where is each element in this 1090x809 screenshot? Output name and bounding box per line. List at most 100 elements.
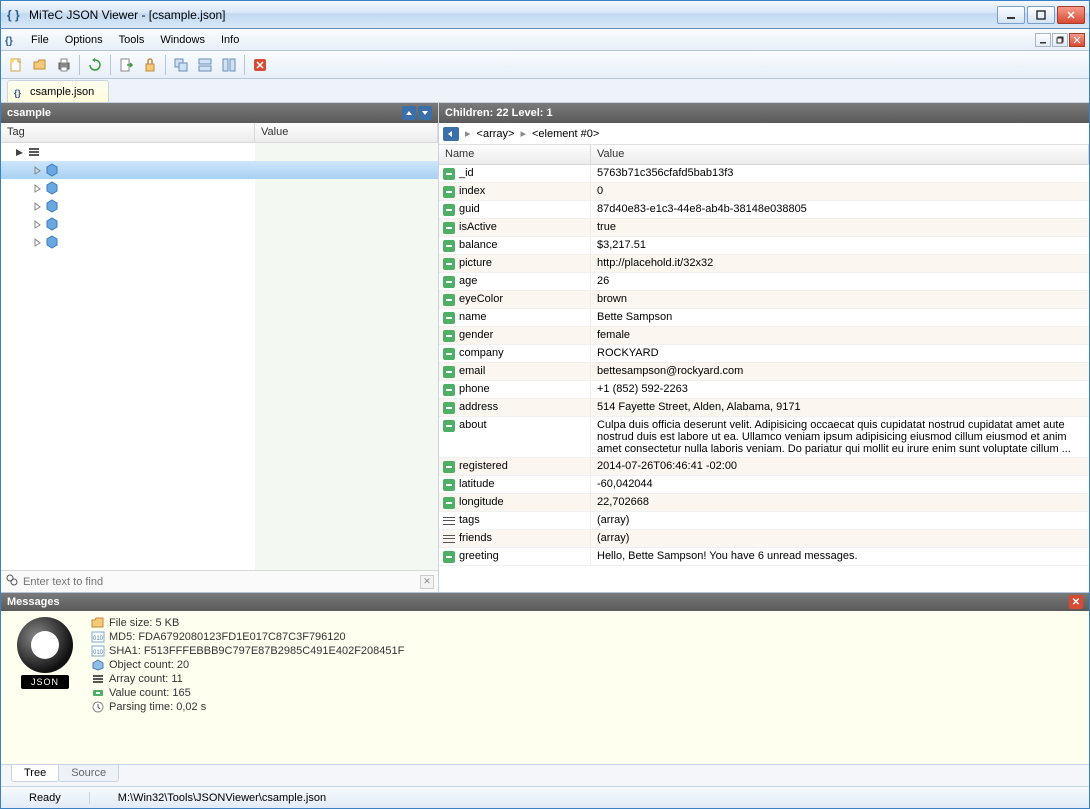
detail-body[interactable]: _id5763b71c356cfafd5bab13f3index0guid87d…	[439, 165, 1089, 592]
svg-text:{}: {}	[5, 36, 13, 47]
tree-row-element[interactable]	[1, 161, 438, 179]
detail-row[interactable]: latitude-60,042044	[439, 476, 1089, 494]
main-window: { } MiTeC JSON Viewer - [csample.json] {…	[0, 0, 1090, 809]
menu-tools[interactable]: Tools	[111, 31, 153, 49]
expander-icon[interactable]	[31, 218, 43, 230]
detail-row[interactable]: eyeColorbrown	[439, 291, 1089, 309]
tree-row-element[interactable]	[1, 179, 438, 197]
open-button[interactable]	[29, 54, 51, 76]
detail-row[interactable]: isActivetrue	[439, 219, 1089, 237]
app-icon: { }	[7, 7, 23, 23]
detail-name-text: registered	[459, 460, 508, 472]
detail-name-text: index	[459, 185, 485, 197]
breadcrumb-item[interactable]: <element #0>	[532, 128, 599, 140]
menu-info[interactable]: Info	[213, 31, 247, 49]
minimize-button[interactable]	[997, 6, 1025, 24]
property-icon	[443, 366, 455, 378]
detail-row[interactable]: _id5763b71c356cfafd5bab13f3	[439, 165, 1089, 183]
breadcrumb-nav-button[interactable]	[443, 127, 459, 141]
close-all-button[interactable]	[249, 54, 271, 76]
search-clear-button[interactable]: ✕	[420, 575, 434, 589]
detail-row[interactable]: picturehttp://placehold.it/32x32	[439, 255, 1089, 273]
detail-name-text: greeting	[459, 550, 499, 562]
detail-row[interactable]: index0	[439, 183, 1089, 201]
toolbar-separator	[165, 55, 166, 75]
search-icon	[5, 573, 19, 590]
detail-row[interactable]: genderfemale	[439, 327, 1089, 345]
split-top: csample Tag Value ✕	[1, 103, 1089, 592]
mdi-minimize-button[interactable]	[1035, 33, 1051, 47]
expander-icon[interactable]	[31, 164, 43, 176]
detail-value-text: true	[591, 219, 1089, 236]
detail-column-value[interactable]: Value	[591, 145, 1089, 164]
close-button[interactable]	[1057, 6, 1085, 24]
new-button[interactable]	[5, 54, 27, 76]
cascade-button[interactable]	[170, 54, 192, 76]
svg-text:{}: {}	[14, 88, 22, 98]
hash-icon: 010	[91, 631, 105, 643]
tile-horizontal-button[interactable]	[194, 54, 216, 76]
detail-row[interactable]: emailbettesampson@rockyard.com	[439, 363, 1089, 381]
expander-icon[interactable]	[13, 146, 25, 158]
detail-row[interactable]: balance$3,217.51	[439, 237, 1089, 255]
refresh-button[interactable]	[84, 54, 106, 76]
detail-row[interactable]: guid87d40e83-e1c3-44e8-ab4b-38148e038805	[439, 201, 1089, 219]
object-node-icon	[45, 235, 59, 249]
tab-source[interactable]: Source	[58, 765, 119, 782]
detail-row[interactable]: nameBette Sampson	[439, 309, 1089, 327]
detail-row[interactable]: address514 Fayette Street, Alden, Alabam…	[439, 399, 1089, 417]
json-badge: JSON	[9, 617, 81, 758]
expand-all-button[interactable]	[418, 106, 432, 120]
expander-icon[interactable]	[31, 236, 43, 248]
tree-column-tag[interactable]: Tag	[1, 123, 255, 142]
tree-column-value[interactable]: Value	[255, 123, 438, 142]
lock-button[interactable]	[139, 54, 161, 76]
detail-row[interactable]: aboutCulpa duis officia deserunt velit. …	[439, 417, 1089, 458]
tree-pane: csample Tag Value ✕	[1, 103, 439, 592]
message-line-filesize: File size: 5 KB	[91, 617, 404, 629]
detail-value-text: female	[591, 327, 1089, 344]
object-node-icon	[45, 163, 59, 177]
detail-value-text: 514 Fayette Street, Alden, Alabama, 9171	[591, 399, 1089, 416]
breadcrumb-item[interactable]: <array>	[477, 128, 515, 140]
mdi-close-button[interactable]	[1069, 33, 1085, 47]
detail-row[interactable]: registered2014-07-26T06:46:41 -02:00	[439, 458, 1089, 476]
app-icon-small: {}	[5, 33, 19, 47]
menu-windows[interactable]: Windows	[152, 31, 213, 49]
property-icon	[443, 168, 455, 180]
tab-tree[interactable]: Tree	[11, 765, 59, 782]
messages-close-button[interactable]: ✕	[1069, 595, 1083, 609]
mdi-restore-button[interactable]	[1052, 33, 1068, 47]
search-input[interactable]	[23, 576, 416, 588]
collapse-all-button[interactable]	[402, 106, 416, 120]
tree-row-root[interactable]	[1, 143, 438, 161]
detail-value-text: (array)	[591, 530, 1089, 547]
menu-file[interactable]: File	[23, 31, 57, 49]
detail-row[interactable]: phone+1 (852) 592-2263	[439, 381, 1089, 399]
detail-row[interactable]: companyROCKYARD	[439, 345, 1089, 363]
print-button[interactable]	[53, 54, 75, 76]
object-node-icon	[45, 217, 59, 231]
detail-row[interactable]: greetingHello, Bette Sampson! You have 6…	[439, 548, 1089, 566]
tree-row-element[interactable]	[1, 197, 438, 215]
menu-options[interactable]: Options	[57, 31, 111, 49]
detail-value-text: brown	[591, 291, 1089, 308]
file-tab[interactable]: {} csample.json	[7, 80, 109, 102]
detail-row[interactable]: longitude22,702668	[439, 494, 1089, 512]
detail-row[interactable]: age26	[439, 273, 1089, 291]
tile-vertical-button[interactable]	[218, 54, 240, 76]
tree-panel-header: csample	[1, 103, 438, 123]
maximize-button[interactable]	[1027, 6, 1055, 24]
detail-row[interactable]: friends(array)	[439, 530, 1089, 548]
detail-name-text: age	[459, 275, 477, 287]
tree-row-element[interactable]	[1, 215, 438, 233]
export-button[interactable]	[115, 54, 137, 76]
message-line-parsetime: Parsing time: 0,02 s	[91, 701, 404, 713]
detail-column-name[interactable]: Name	[439, 145, 591, 164]
json-file-icon: {}	[14, 86, 26, 98]
expander-icon[interactable]	[31, 182, 43, 194]
tree-row-element[interactable]	[1, 233, 438, 251]
detail-value-text: bettesampson@rockyard.com	[591, 363, 1089, 380]
expander-icon[interactable]	[31, 200, 43, 212]
detail-row[interactable]: tags(array)	[439, 512, 1089, 530]
